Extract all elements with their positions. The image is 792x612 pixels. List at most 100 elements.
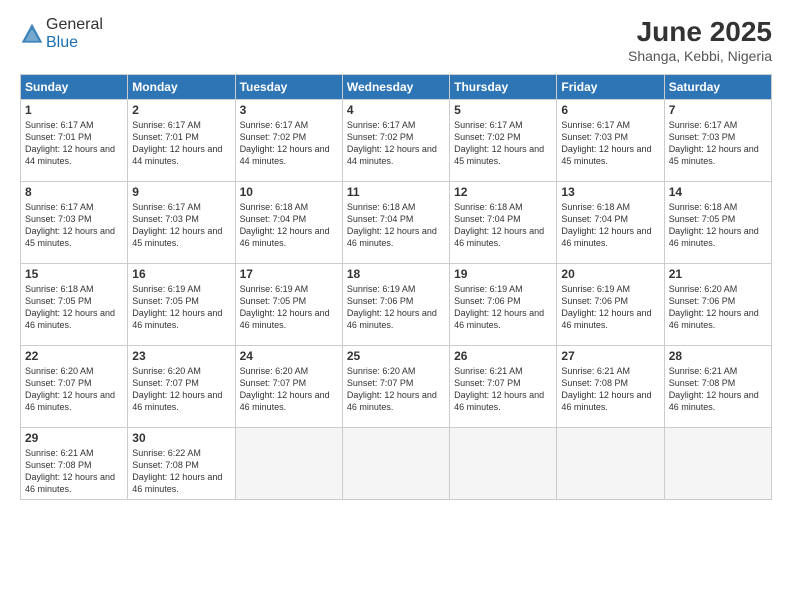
calendar: SundayMondayTuesdayWednesdayThursdayFrid…	[20, 74, 772, 500]
day-info: Sunrise: 6:18 AM Sunset: 7:04 PM Dayligh…	[561, 201, 659, 250]
day-number: 24	[240, 349, 338, 363]
day-info: Sunrise: 6:20 AM Sunset: 7:07 PM Dayligh…	[132, 365, 230, 414]
calendar-cell: 2 Sunrise: 6:17 AM Sunset: 7:01 PM Dayli…	[128, 100, 235, 182]
day-info: Sunrise: 6:18 AM Sunset: 7:04 PM Dayligh…	[347, 201, 445, 250]
day-number: 25	[347, 349, 445, 363]
day-number: 6	[561, 103, 659, 117]
calendar-cell	[450, 428, 557, 500]
day-info: Sunrise: 6:17 AM Sunset: 7:03 PM Dayligh…	[561, 119, 659, 168]
calendar-cell	[557, 428, 664, 500]
weekday-header-saturday: Saturday	[664, 75, 771, 100]
day-info: Sunrise: 6:21 AM Sunset: 7:08 PM Dayligh…	[669, 365, 767, 414]
weekday-header-monday: Monday	[128, 75, 235, 100]
day-info: Sunrise: 6:18 AM Sunset: 7:05 PM Dayligh…	[25, 283, 123, 332]
calendar-cell: 15 Sunrise: 6:18 AM Sunset: 7:05 PM Dayl…	[21, 264, 128, 346]
day-number: 29	[25, 431, 123, 445]
day-info: Sunrise: 6:17 AM Sunset: 7:02 PM Dayligh…	[240, 119, 338, 168]
day-number: 2	[132, 103, 230, 117]
header: General Blue June 2025 Shanga, Kebbi, Ni…	[20, 16, 772, 64]
day-info: Sunrise: 6:19 AM Sunset: 7:06 PM Dayligh…	[561, 283, 659, 332]
title-block: June 2025 Shanga, Kebbi, Nigeria	[628, 16, 772, 64]
calendar-cell: 29 Sunrise: 6:21 AM Sunset: 7:08 PM Dayl…	[21, 428, 128, 500]
calendar-cell: 6 Sunrise: 6:17 AM Sunset: 7:03 PM Dayli…	[557, 100, 664, 182]
day-info: Sunrise: 6:17 AM Sunset: 7:03 PM Dayligh…	[132, 201, 230, 250]
day-number: 27	[561, 349, 659, 363]
day-number: 13	[561, 185, 659, 199]
day-info: Sunrise: 6:20 AM Sunset: 7:07 PM Dayligh…	[240, 365, 338, 414]
calendar-cell: 3 Sunrise: 6:17 AM Sunset: 7:02 PM Dayli…	[235, 100, 342, 182]
calendar-cell: 13 Sunrise: 6:18 AM Sunset: 7:04 PM Dayl…	[557, 182, 664, 264]
day-info: Sunrise: 6:19 AM Sunset: 7:06 PM Dayligh…	[347, 283, 445, 332]
month-title: June 2025	[628, 16, 772, 48]
day-number: 5	[454, 103, 552, 117]
day-number: 1	[25, 103, 123, 117]
day-info: Sunrise: 6:21 AM Sunset: 7:08 PM Dayligh…	[25, 447, 123, 496]
day-number: 15	[25, 267, 123, 281]
day-number: 26	[454, 349, 552, 363]
calendar-cell: 5 Sunrise: 6:17 AM Sunset: 7:02 PM Dayli…	[450, 100, 557, 182]
calendar-cell: 9 Sunrise: 6:17 AM Sunset: 7:03 PM Dayli…	[128, 182, 235, 264]
calendar-cell: 16 Sunrise: 6:19 AM Sunset: 7:05 PM Dayl…	[128, 264, 235, 346]
calendar-cell: 24 Sunrise: 6:20 AM Sunset: 7:07 PM Dayl…	[235, 346, 342, 428]
day-info: Sunrise: 6:21 AM Sunset: 7:08 PM Dayligh…	[561, 365, 659, 414]
day-number: 3	[240, 103, 338, 117]
day-info: Sunrise: 6:17 AM Sunset: 7:03 PM Dayligh…	[669, 119, 767, 168]
day-number: 10	[240, 185, 338, 199]
calendar-cell: 28 Sunrise: 6:21 AM Sunset: 7:08 PM Dayl…	[664, 346, 771, 428]
day-number: 4	[347, 103, 445, 117]
day-info: Sunrise: 6:17 AM Sunset: 7:01 PM Dayligh…	[132, 119, 230, 168]
calendar-cell: 12 Sunrise: 6:18 AM Sunset: 7:04 PM Dayl…	[450, 182, 557, 264]
calendar-cell: 8 Sunrise: 6:17 AM Sunset: 7:03 PM Dayli…	[21, 182, 128, 264]
calendar-cell: 17 Sunrise: 6:19 AM Sunset: 7:05 PM Dayl…	[235, 264, 342, 346]
calendar-cell: 18 Sunrise: 6:19 AM Sunset: 7:06 PM Dayl…	[342, 264, 449, 346]
calendar-cell: 26 Sunrise: 6:21 AM Sunset: 7:07 PM Dayl…	[450, 346, 557, 428]
weekday-header-friday: Friday	[557, 75, 664, 100]
calendar-cell: 27 Sunrise: 6:21 AM Sunset: 7:08 PM Dayl…	[557, 346, 664, 428]
calendar-cell: 7 Sunrise: 6:17 AM Sunset: 7:03 PM Dayli…	[664, 100, 771, 182]
day-info: Sunrise: 6:18 AM Sunset: 7:04 PM Dayligh…	[454, 201, 552, 250]
day-number: 22	[25, 349, 123, 363]
calendar-cell: 25 Sunrise: 6:20 AM Sunset: 7:07 PM Dayl…	[342, 346, 449, 428]
day-info: Sunrise: 6:17 AM Sunset: 7:02 PM Dayligh…	[454, 119, 552, 168]
weekday-header-wednesday: Wednesday	[342, 75, 449, 100]
calendar-cell: 21 Sunrise: 6:20 AM Sunset: 7:06 PM Dayl…	[664, 264, 771, 346]
day-info: Sunrise: 6:17 AM Sunset: 7:03 PM Dayligh…	[25, 201, 123, 250]
calendar-cell: 10 Sunrise: 6:18 AM Sunset: 7:04 PM Dayl…	[235, 182, 342, 264]
calendar-cell: 23 Sunrise: 6:20 AM Sunset: 7:07 PM Dayl…	[128, 346, 235, 428]
calendar-cell: 14 Sunrise: 6:18 AM Sunset: 7:05 PM Dayl…	[664, 182, 771, 264]
calendar-cell: 1 Sunrise: 6:17 AM Sunset: 7:01 PM Dayli…	[21, 100, 128, 182]
day-number: 12	[454, 185, 552, 199]
day-info: Sunrise: 6:18 AM Sunset: 7:05 PM Dayligh…	[669, 201, 767, 250]
calendar-cell	[235, 428, 342, 500]
day-number: 17	[240, 267, 338, 281]
calendar-cell: 19 Sunrise: 6:19 AM Sunset: 7:06 PM Dayl…	[450, 264, 557, 346]
day-info: Sunrise: 6:20 AM Sunset: 7:06 PM Dayligh…	[669, 283, 767, 332]
day-info: Sunrise: 6:19 AM Sunset: 7:06 PM Dayligh…	[454, 283, 552, 332]
day-number: 11	[347, 185, 445, 199]
day-info: Sunrise: 6:20 AM Sunset: 7:07 PM Dayligh…	[25, 365, 123, 414]
location: Shanga, Kebbi, Nigeria	[628, 48, 772, 64]
logo: General Blue	[20, 16, 103, 52]
day-number: 28	[669, 349, 767, 363]
calendar-cell	[342, 428, 449, 500]
day-info: Sunrise: 6:17 AM Sunset: 7:01 PM Dayligh…	[25, 119, 123, 168]
day-number: 7	[669, 103, 767, 117]
day-info: Sunrise: 6:22 AM Sunset: 7:08 PM Dayligh…	[132, 447, 230, 496]
day-number: 30	[132, 431, 230, 445]
day-number: 9	[132, 185, 230, 199]
logo-text: General Blue	[46, 16, 103, 52]
calendar-cell	[664, 428, 771, 500]
day-number: 20	[561, 267, 659, 281]
calendar-cell: 11 Sunrise: 6:18 AM Sunset: 7:04 PM Dayl…	[342, 182, 449, 264]
day-info: Sunrise: 6:21 AM Sunset: 7:07 PM Dayligh…	[454, 365, 552, 414]
day-number: 16	[132, 267, 230, 281]
page: General Blue June 2025 Shanga, Kebbi, Ni…	[0, 0, 792, 612]
day-info: Sunrise: 6:18 AM Sunset: 7:04 PM Dayligh…	[240, 201, 338, 250]
calendar-cell: 30 Sunrise: 6:22 AM Sunset: 7:08 PM Dayl…	[128, 428, 235, 500]
day-number: 21	[669, 267, 767, 281]
calendar-cell: 4 Sunrise: 6:17 AM Sunset: 7:02 PM Dayli…	[342, 100, 449, 182]
calendar-cell: 22 Sunrise: 6:20 AM Sunset: 7:07 PM Dayl…	[21, 346, 128, 428]
weekday-header-tuesday: Tuesday	[235, 75, 342, 100]
day-number: 8	[25, 185, 123, 199]
day-number: 19	[454, 267, 552, 281]
